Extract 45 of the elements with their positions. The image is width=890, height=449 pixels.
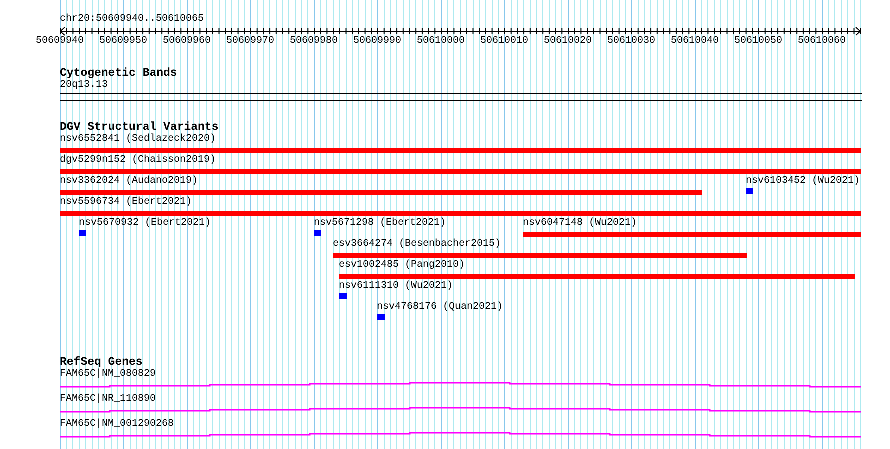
variant-label: nsv5670932 (Ebert2021)	[79, 218, 212, 230]
variant-label: nsv6111310 (Wu2021)	[339, 281, 454, 293]
ruler-tick-label: 50610060	[798, 36, 846, 48]
variant-bar[interactable]	[333, 253, 747, 258]
variant-label: nsv3362024 (Audano2019)	[60, 176, 198, 188]
gene-label: FAM65C|NM_080829	[60, 369, 156, 381]
ruler-tick-label: 50610030	[608, 36, 656, 48]
variant-bar[interactable]	[60, 169, 861, 174]
variant-marker[interactable]	[314, 230, 321, 236]
ruler-tick-label: 50609940	[36, 36, 84, 48]
variant-marker[interactable]	[377, 314, 385, 320]
variant-label: nsv5596734 (Ebert2021)	[60, 197, 192, 209]
variant-bar[interactable]	[339, 274, 855, 279]
ruler-tick-label: 50610050	[734, 36, 782, 48]
track-title: Cytogenetic Bands	[60, 68, 178, 80]
region-label: chr20:50609940..50610065	[60, 14, 204, 26]
variant-label: nsv5671298 (Ebert2021)	[314, 218, 446, 230]
gene-label: FAM65C|NM_001290268	[60, 419, 174, 431]
variant-label: nsv6552841 (Sedlazeck2020)	[60, 134, 216, 146]
ruler-tick-label: 50610000	[417, 36, 465, 48]
ruler-tick-label: 50609980	[290, 36, 338, 48]
variant-marker[interactable]	[746, 188, 753, 194]
band-label: 20q13.13	[60, 80, 108, 92]
track-title: RefSeq Genes	[60, 357, 143, 369]
variant-marker[interactable]	[79, 230, 86, 236]
ruler-tick-label: 50609950	[100, 36, 148, 48]
variant-marker[interactable]	[339, 293, 347, 299]
variant-bar[interactable]	[60, 148, 861, 153]
ruler-tick-label: 50610020	[544, 36, 592, 48]
ruler-tick-label: 50609960	[163, 36, 211, 48]
variant-label: dgv5299n152 (Chaisson2019)	[60, 155, 216, 167]
variant-label: esv1002485 (Pang2010)	[339, 260, 466, 272]
variant-label: nsv6047148 (Wu2021)	[523, 218, 638, 230]
variant-label: nsv6103452 (Wu2021)	[746, 176, 860, 188]
ruler-tick-label: 50609970	[226, 36, 274, 48]
gene-label: FAM65C|NR_110890	[60, 394, 156, 406]
variant-bar[interactable]	[523, 232, 861, 237]
ruler-tick-label: 50610040	[671, 36, 719, 48]
variant-label: esv3664274 (Besenbacher2015)	[333, 239, 502, 251]
ruler-tick-label: 50609990	[354, 36, 402, 48]
variant-label: nsv4768176 (Quan2021)	[377, 302, 504, 314]
variant-bar[interactable]	[60, 211, 861, 216]
track-title: DGV Structural Variants	[60, 122, 219, 134]
ruler-tick-label: 50610010	[480, 36, 528, 48]
variant-bar[interactable]	[60, 190, 702, 195]
